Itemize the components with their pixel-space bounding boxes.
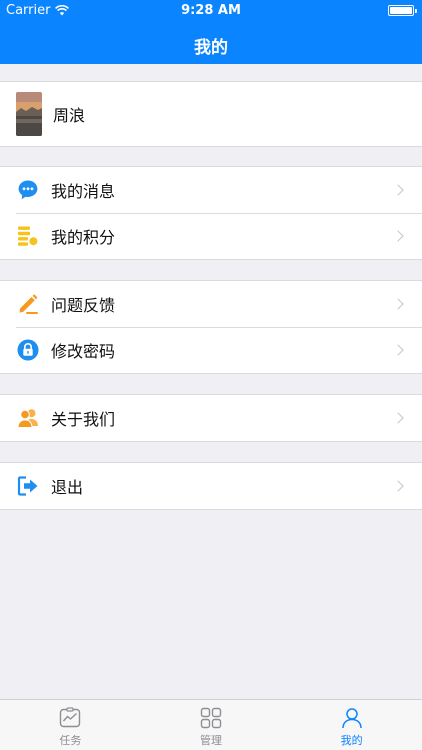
tab-label: 任务 (59, 734, 82, 747)
menu-group-account: 问题反馈 修改密码 (0, 280, 422, 374)
menu-item-label: 退出 (51, 478, 84, 497)
menu-group-messages: 我的消息 我的积分 (0, 166, 422, 260)
tab-bar: 任务 管理 我的 (0, 699, 422, 750)
profile-group: 周浪 (0, 81, 422, 147)
chevron-right-icon (392, 184, 404, 196)
menu-item-feedback[interactable]: 问题反馈 (0, 281, 422, 327)
tab-tasks[interactable]: 任务 (0, 700, 141, 750)
menu-item-points[interactable]: 我的积分 (0, 213, 422, 259)
profile-row[interactable]: 周浪 (0, 82, 422, 146)
chevron-right-icon (392, 412, 404, 424)
menu-item-logout[interactable]: 退出 (0, 463, 422, 509)
logout-icon (16, 474, 40, 498)
people-icon (16, 406, 40, 430)
message-icon (16, 178, 40, 202)
menu-item-label: 关于我们 (51, 410, 116, 429)
grid-icon (200, 707, 222, 729)
points-icon (16, 224, 40, 248)
menu-item-change-password[interactable]: 修改密码 (0, 327, 422, 373)
menu-item-label: 修改密码 (51, 342, 116, 361)
navigation-header: Carrier 9:28 AM 我的 (0, 0, 422, 64)
person-icon (341, 708, 362, 729)
menu-item-label: 我的消息 (51, 182, 116, 201)
pencil-icon (16, 292, 40, 316)
menu-item-label: 我的积分 (51, 228, 116, 247)
profile-name: 周浪 (53, 106, 86, 125)
tab-mine[interactable]: 我的 (281, 700, 422, 750)
chevron-right-icon (392, 344, 404, 356)
chevron-right-icon (392, 480, 404, 492)
chevron-right-icon (392, 298, 404, 310)
menu-item-messages[interactable]: 我的消息 (0, 167, 422, 213)
page-title: 我的 (194, 38, 228, 58)
lock-icon (16, 338, 40, 362)
tab-label: 管理 (200, 734, 222, 747)
battery-icon (388, 5, 417, 16)
menu-group-about: 关于我们 (0, 394, 422, 442)
chevron-right-icon (392, 230, 404, 242)
tab-label: 我的 (340, 734, 363, 747)
menu-item-label: 问题反馈 (51, 296, 116, 315)
menu-item-about-us[interactable]: 关于我们 (0, 395, 422, 441)
status-time: 9:28 AM (181, 3, 241, 18)
avatar (16, 92, 42, 136)
task-icon (60, 707, 81, 728)
menu-group-logout: 退出 (0, 462, 422, 510)
tab-manage[interactable]: 管理 (141, 700, 282, 750)
status-bar: Carrier 9:28 AM (0, 0, 422, 22)
